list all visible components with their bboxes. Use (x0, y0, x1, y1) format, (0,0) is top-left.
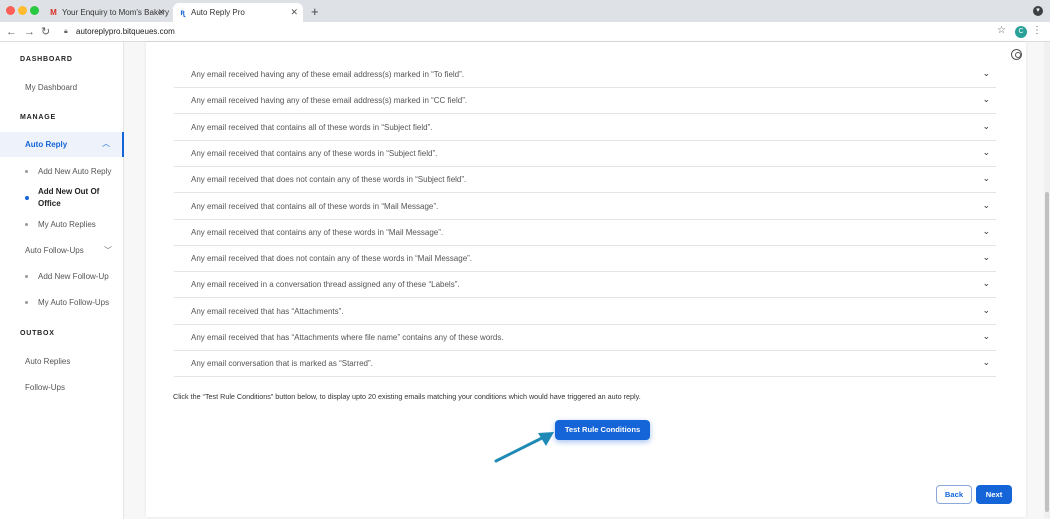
sidebar-item-auto-reply[interactable]: Auto Reply ︿ (0, 132, 124, 157)
sidebar-item-outbox-auto-replies[interactable]: Auto Replies (25, 357, 70, 366)
main-content: Any email received having any of these e… (124, 42, 1050, 519)
lock-icon: 🔒︎ (64, 28, 68, 35)
close-icon[interactable]: ✕ (290, 3, 298, 22)
more-menu-icon[interactable]: ⋮ (1032, 25, 1042, 36)
next-button[interactable]: Next (976, 485, 1012, 504)
condition-label: Any email received that contains any of … (191, 148, 438, 158)
browser-tab-bar: M Your Enquiry to Mom's Bakery ✕ ꭆ Auto … (0, 0, 1050, 22)
condition-row[interactable]: Any email received that contains all of … (174, 115, 996, 141)
dashboard-heading: DASHBOARD (20, 56, 73, 63)
chevron-down-icon[interactable]: ⌄ (982, 252, 990, 263)
pointer-arrow-icon (494, 432, 554, 463)
condition-row[interactable]: Any email received having any of these e… (174, 88, 996, 115)
condition-row[interactable]: Any email received that does not contain… (174, 167, 996, 194)
sidebar-item-add-new-follow-up[interactable]: Add New Follow-Up (38, 272, 109, 281)
minimize-window-button[interactable] (18, 6, 27, 15)
bullet-icon (25, 275, 28, 278)
condition-row[interactable]: Any email received that has “Attachments… (174, 299, 996, 325)
bullet-icon (25, 170, 28, 173)
sidebar-item-label: Auto Reply (25, 140, 68, 149)
tab-search-icon[interactable]: ▾ (1033, 6, 1043, 16)
bullet-icon (25, 196, 29, 200)
tab-title: Auto Reply Pro (191, 8, 245, 17)
tab-title: Your Enquiry to Mom's Bakery (62, 8, 170, 17)
condition-label: Any email received having any of these e… (191, 70, 465, 79)
condition-row[interactable]: Any email conversation that is marked as… (174, 351, 996, 378)
bullet-icon (25, 301, 28, 304)
app-icon: ꭆ (180, 8, 185, 17)
sidebar-item-add-new-out-of-office[interactable]: Add New Out Of Office (38, 186, 108, 210)
condition-row[interactable]: Any email received that does not contain… (174, 246, 996, 273)
chevron-down-icon[interactable]: ⌄ (982, 68, 990, 79)
sidebar-item-my-auto-follow-ups[interactable]: My Auto Follow-Ups (38, 298, 109, 307)
new-tab-button[interactable]: + (311, 3, 319, 20)
chevron-down-icon[interactable]: ⌄ (982, 173, 990, 184)
condition-label: Any email received that does not contain… (191, 175, 467, 185)
test-rule-conditions-button[interactable]: Test Rule Conditions (555, 420, 650, 440)
condition-label: Any email conversation that is marked as… (191, 359, 373, 369)
condition-label: Any email received having any of these e… (191, 96, 468, 106)
chevron-down-icon[interactable]: ⌄ (982, 226, 990, 237)
condition-row[interactable]: Any email received that contains all of … (174, 194, 996, 220)
chevron-down-icon[interactable]: ⌄ (982, 94, 990, 105)
chevron-down-icon[interactable]: ⌄ (982, 305, 990, 316)
maximize-window-button[interactable] (30, 6, 39, 15)
reload-icon[interactable]: ↻ (41, 24, 50, 40)
chevron-down-icon[interactable]: ⌄ (982, 278, 990, 289)
condition-row[interactable]: Any email received in a conversation thr… (174, 272, 996, 299)
browser-tab-gmail[interactable]: M Your Enquiry to Mom's Bakery ✕ (44, 3, 170, 22)
back-button[interactable]: Back (936, 485, 972, 504)
sidebar-item-my-dashboard[interactable]: My Dashboard (25, 83, 77, 92)
chevron-down-icon[interactable]: ⌄ (982, 121, 990, 132)
address-bar: ← → ↻ 🔒︎ autoreplypro.bitqueues.com ☆ C … (0, 22, 1050, 42)
condition-row[interactable]: Any email received that contains any of … (174, 220, 996, 246)
chevron-down-icon[interactable]: ⌄ (982, 147, 990, 158)
page-scrollbar[interactable] (1044, 42, 1050, 519)
gmail-icon: M (50, 8, 57, 17)
condition-row[interactable]: Any email received that contains any of … (174, 141, 996, 167)
condition-label: Any email received that contains any of … (191, 227, 444, 237)
browser-tab-auto-reply-pro[interactable]: ꭆ Auto Reply Pro ✕ (173, 3, 303, 22)
rule-conditions-card: Any email received having any of these e… (146, 42, 1026, 517)
forward-arrow-icon[interactable]: → (24, 24, 35, 40)
sidebar: DASHBOARD My Dashboard MANAGE Auto Reply… (0, 42, 124, 519)
condition-label: Any email received that has “Attachments… (191, 306, 344, 316)
bullet-icon (25, 223, 28, 226)
chevron-up-icon: ︿ (102, 139, 110, 148)
manage-heading: MANAGE (20, 114, 56, 121)
scrollbar-thumb[interactable] (1045, 192, 1049, 512)
outbox-heading: OUTBOX (20, 330, 55, 337)
condition-label: Any email received that does not contain… (191, 254, 473, 264)
chevron-down-icon[interactable]: ⌄ (982, 200, 990, 211)
close-window-button[interactable] (6, 6, 15, 15)
profile-avatar[interactable]: C (1015, 26, 1027, 38)
url-field[interactable]: 🔒︎ autoreplypro.bitqueues.com (64, 25, 175, 39)
close-icon[interactable]: ✕ (157, 3, 165, 22)
sidebar-item-my-auto-replies[interactable]: My Auto Replies (38, 220, 96, 229)
sidebar-item-add-new-auto-reply[interactable]: Add New Auto Reply (38, 167, 111, 176)
test-info-text: Click the “Test Rule Conditions” button … (173, 392, 641, 401)
back-arrow-icon[interactable]: ← (6, 24, 17, 40)
condition-label: Any email received in a conversation thr… (191, 280, 460, 290)
sidebar-item-outbox-follow-ups[interactable]: Follow-Ups (25, 383, 65, 392)
bookmark-star-icon[interactable]: ☆ (997, 25, 1006, 36)
chevron-down-icon[interactable]: ⌄ (982, 357, 990, 368)
chevron-down-icon[interactable]: ⌄ (982, 331, 990, 342)
sidebar-item-auto-follow-ups[interactable]: Auto Follow-Ups (25, 246, 84, 255)
chevron-down-icon[interactable]: ﹀ (104, 245, 112, 256)
condition-row[interactable]: Any email received that has “Attachments… (174, 325, 996, 351)
account-icon[interactable] (1011, 49, 1022, 60)
url-text: autoreplypro.bitqueues.com (76, 27, 175, 36)
condition-label: Any email received that has “Attachments… (191, 333, 504, 342)
condition-label: Any email received that contains all of … (191, 201, 439, 211)
condition-label: Any email received that contains all of … (191, 122, 433, 132)
condition-row[interactable]: Any email received having any of these e… (174, 62, 996, 88)
